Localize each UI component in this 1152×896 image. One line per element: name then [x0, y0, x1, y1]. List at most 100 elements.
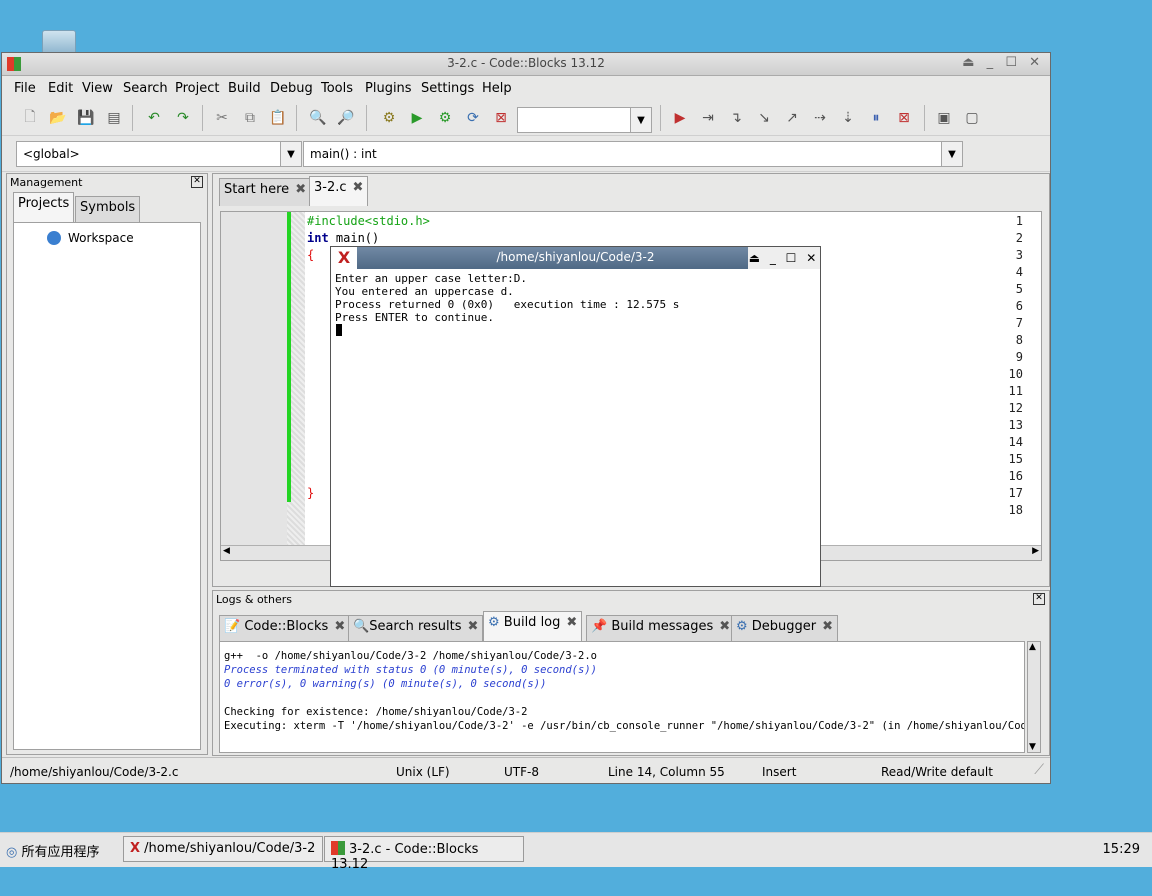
xterm-window[interactable]: X /home/shiyanlou/Code/3-2 ⏏ _ ☐ ✕ Enter…	[330, 246, 821, 587]
scroll-left-icon[interactable]: ◀	[223, 546, 230, 556]
code-line-3: {	[307, 248, 315, 262]
window-titlebar[interactable]: 3-2.c - Code::Blocks 13.12 ⏏ _ ☐ ✕	[2, 53, 1050, 76]
paste-icon[interactable]: 📋	[268, 108, 288, 128]
next-instruction-icon[interactable]: ⇢	[810, 108, 830, 128]
chevron-down-icon: ▼	[941, 142, 962, 166]
tab-3-2-c[interactable]: 3-2.c ✖	[309, 176, 369, 206]
tab-label: Search results	[369, 619, 462, 634]
code-completion-toolbar: <global> ▼ main() : int ▼	[2, 137, 1050, 172]
line-number: 14	[1008, 435, 1023, 449]
menu-tools[interactable]: Tools	[321, 81, 353, 96]
build-target-select[interactable]: ▼	[517, 107, 652, 133]
next-line-icon[interactable]: ↴	[726, 108, 746, 128]
close-icon[interactable]: ✖	[566, 615, 577, 630]
line-number: 1	[1015, 214, 1023, 228]
run-to-cursor-icon[interactable]: ⇥	[698, 108, 718, 128]
menu-search[interactable]: Search	[123, 81, 168, 96]
close-icon[interactable]: ✖	[334, 619, 345, 634]
tab-build-messages[interactable]: 📌 Build messages ✖	[586, 615, 736, 641]
debug-info-icon[interactable]: ▢	[962, 108, 982, 128]
log-line: Checking for existence: /home/shiyanlou/…	[224, 706, 528, 718]
terminal-cursor	[336, 324, 342, 336]
close-icon[interactable]: ✕	[191, 176, 203, 188]
find-icon[interactable]: 🔍	[308, 108, 328, 128]
tab-search-results[interactable]: 🔍Search results ✖	[348, 615, 484, 641]
close-icon[interactable]: ✖	[295, 182, 306, 197]
terminal-line: You entered an uppercase d.	[335, 285, 514, 298]
terminal-window-controls[interactable]: ⏏ _ ☐ ✕	[748, 247, 820, 269]
desktop-folder-icon[interactable]	[42, 30, 76, 54]
close-icon[interactable]: ✖	[822, 619, 833, 634]
scroll-down-icon[interactable]: ▼	[1029, 742, 1036, 752]
function-select[interactable]: main() : int ▼	[303, 141, 963, 167]
save-all-icon[interactable]: ▤	[104, 108, 124, 128]
tree-workspace[interactable]: Workspace	[68, 231, 134, 245]
debug-windows-icon[interactable]: ▣	[934, 108, 954, 128]
management-panel: Management ✕ Projects Symbols Workspace	[6, 173, 208, 755]
tab-debugger[interactable]: ⚙ Debugger ✖	[731, 615, 839, 641]
replace-icon[interactable]: 🔎	[336, 108, 356, 128]
close-icon[interactable]: ✖	[353, 180, 364, 195]
step-into-icon[interactable]: ↘	[754, 108, 774, 128]
build-log-output[interactable]: g++ -o /home/shiyanlou/Code/3-2 /home/sh…	[219, 641, 1025, 753]
open-icon[interactable]: 📂	[48, 108, 68, 128]
rebuild-icon[interactable]: ⟳	[463, 108, 483, 128]
menu-settings[interactable]: Settings	[421, 81, 474, 96]
new-file-icon[interactable]: 🗋	[20, 108, 40, 128]
redo-icon[interactable]: ↷	[173, 108, 193, 128]
line-number: 18	[1008, 503, 1023, 517]
log-line: Process terminated with status 0 (0 minu…	[224, 664, 597, 676]
copy-icon[interactable]: ⧉	[240, 108, 260, 128]
menu-view[interactable]: View	[82, 81, 113, 96]
close-icon[interactable]: ✖	[719, 619, 730, 634]
line-number: 4	[1015, 265, 1023, 279]
scroll-up-icon[interactable]: ▲	[1029, 642, 1036, 652]
logs-title: Logs & others	[216, 593, 292, 606]
step-instruction-icon[interactable]: ⇣	[838, 108, 858, 128]
close-icon[interactable]: ✖	[468, 619, 479, 634]
save-icon[interactable]: 💾	[76, 108, 96, 128]
line-number: 8	[1015, 333, 1023, 347]
line-number: 10	[1008, 367, 1023, 381]
build-gear-icon[interactable]: ⚙	[379, 108, 399, 128]
status-position: Line 14, Column 55	[608, 765, 725, 779]
tab-symbols[interactable]: Symbols	[75, 196, 141, 222]
undo-icon[interactable]: ↶	[144, 108, 164, 128]
log-line: Executing: xterm -T '/home/shiyanlou/Cod…	[224, 720, 1025, 732]
window-controls[interactable]: ⏏ _ ☐ ✕	[962, 55, 1044, 70]
tab-build-log[interactable]: ⚙ Build log ✖	[483, 611, 583, 641]
menu-debug[interactable]: Debug	[270, 81, 313, 96]
run-icon[interactable]: ▶	[407, 108, 427, 128]
tab-projects[interactable]: Projects	[13, 192, 75, 222]
tab-label: Build messages	[611, 619, 714, 634]
scope-select[interactable]: <global> ▼	[16, 141, 302, 167]
close-icon[interactable]: ✕	[1033, 593, 1045, 605]
resize-grip-icon[interactable]: ⟋	[1034, 762, 1044, 778]
tab-start-here[interactable]: Start here ✖	[219, 178, 312, 206]
scope-value: <global>	[23, 147, 80, 161]
terminal-title: /home/shiyanlou/Code/3-2	[496, 250, 655, 264]
toolbar-separator	[660, 105, 661, 131]
task-xterm[interactable]: X /home/shiyanlou/Code/3-2	[123, 836, 323, 862]
stop-icon[interactable]: ⊠	[894, 108, 914, 128]
menu-project[interactable]: Project	[175, 81, 219, 96]
debug-start-icon[interactable]: ▶	[670, 108, 690, 128]
menu-build[interactable]: Build	[228, 81, 261, 96]
cut-icon[interactable]: ✂	[212, 108, 232, 128]
start-menu-button[interactable]: ◎ 所有应用程序	[6, 841, 100, 860]
menu-plugins[interactable]: Plugins	[365, 81, 412, 96]
terminal-titlebar[interactable]: X /home/shiyanlou/Code/3-2 ⏏ _ ☐ ✕	[331, 247, 820, 269]
menu-edit[interactable]: Edit	[48, 81, 73, 96]
build-run-icon[interactable]: ⚙	[435, 108, 455, 128]
menu-help[interactable]: Help	[482, 81, 512, 96]
vertical-scrollbar[interactable]: ▲ ▼	[1027, 641, 1041, 753]
tab-label: Code::Blocks	[244, 619, 329, 634]
pause-icon[interactable]: ⏸	[866, 108, 886, 128]
scroll-right-icon[interactable]: ▶	[1032, 546, 1039, 556]
step-out-icon[interactable]: ↗	[782, 108, 802, 128]
abort-icon[interactable]: ⊠	[491, 108, 511, 128]
menu-file[interactable]: File	[14, 81, 36, 96]
line-number: 11	[1008, 384, 1023, 398]
task-codeblocks[interactable]: 3-2.c - Code::Blocks 13.12	[324, 836, 524, 872]
tab-codeblocks-log[interactable]: 📝 Code::Blocks ✖	[219, 615, 351, 641]
